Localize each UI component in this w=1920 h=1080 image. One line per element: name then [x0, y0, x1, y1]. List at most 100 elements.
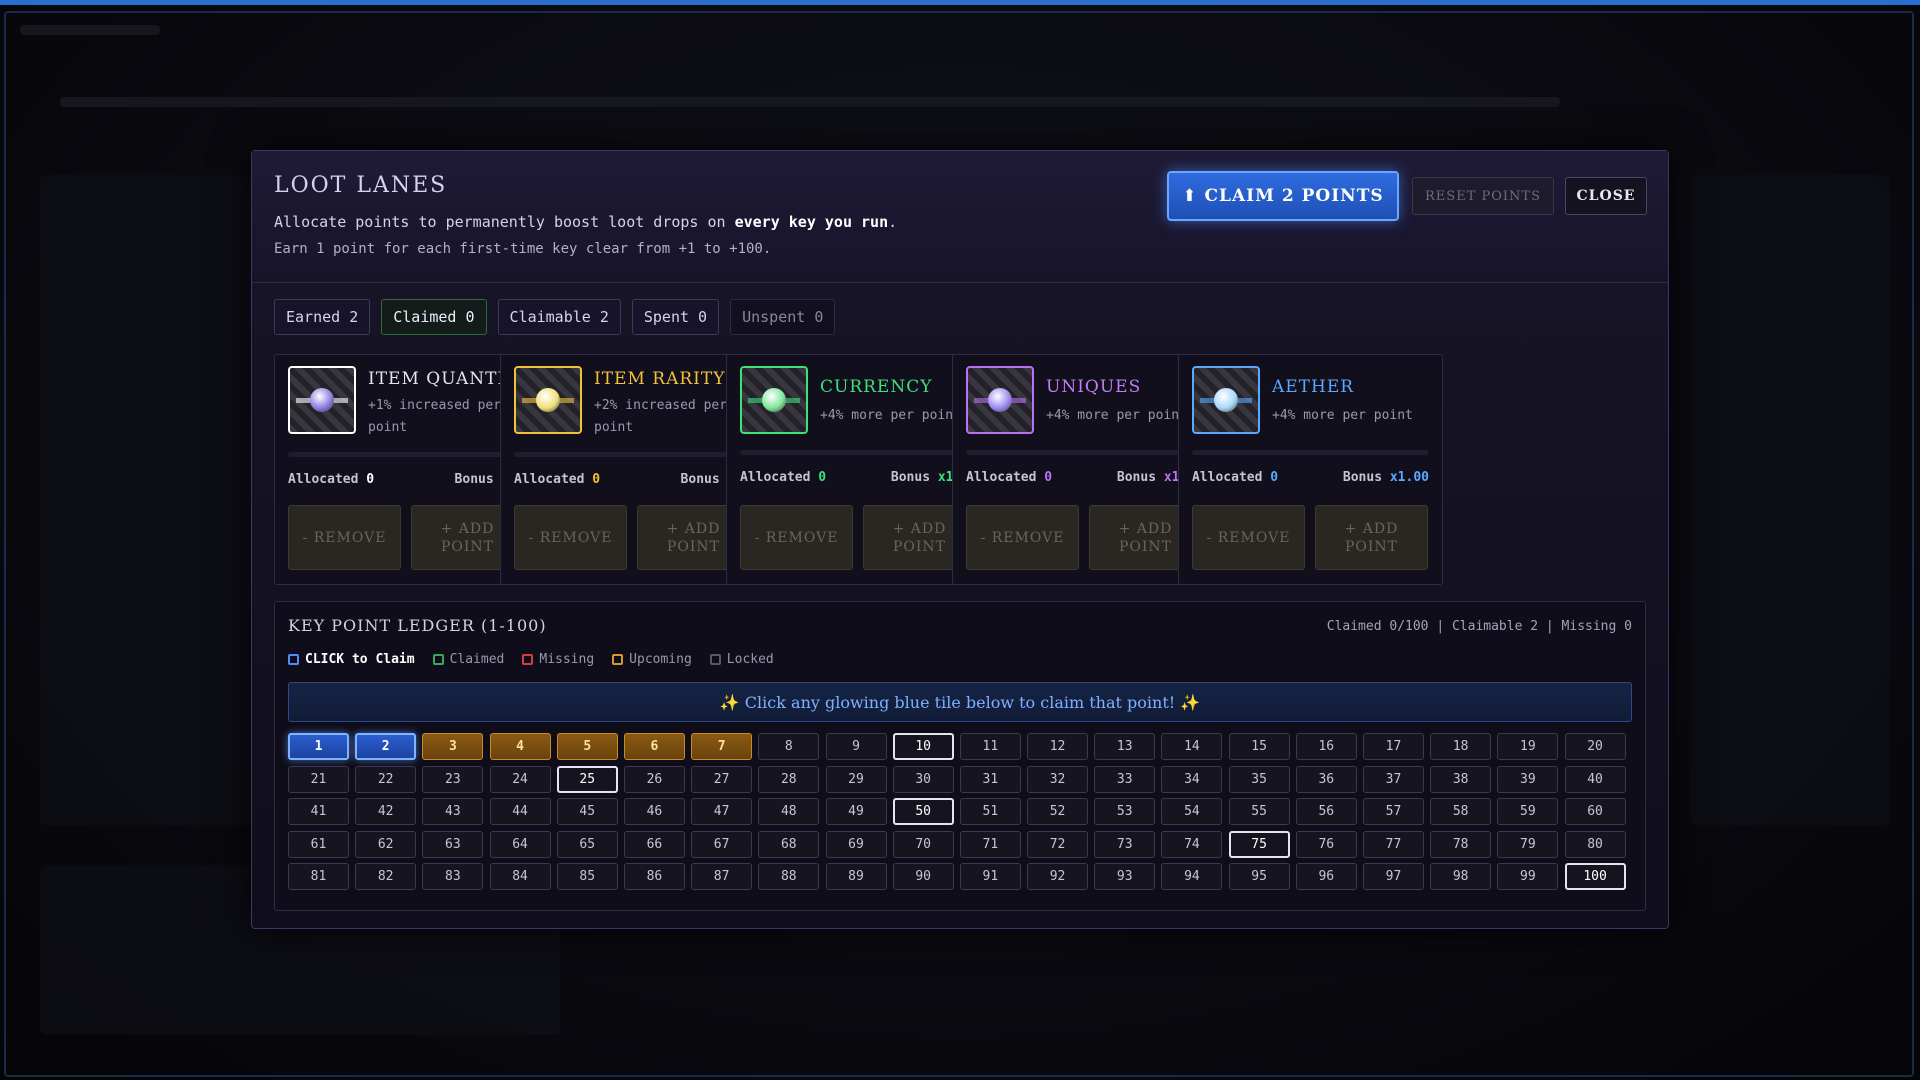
stat-spent: Spent 0 [631, 299, 720, 335]
allocated-readout: Allocated 0 [966, 470, 1052, 485]
key-tile-67: 67 [691, 830, 753, 858]
key-tile-71: 71 [959, 830, 1021, 858]
key-tile-46: 46 [623, 798, 685, 825]
key-tile-52: 52 [1027, 798, 1089, 825]
key-tile-13: 13 [1094, 733, 1156, 760]
key-tile-1[interactable]: 1 [288, 733, 349, 760]
lane-name: ITEM RARITY [594, 369, 726, 389]
allocation-progress-bar [740, 450, 977, 455]
key-tile-77: 77 [1363, 830, 1424, 858]
key-tile-56: 56 [1295, 798, 1357, 825]
key-tile-4: 4 [489, 733, 551, 760]
key-tile-68: 68 [758, 830, 820, 858]
bonus-label: Bonus [454, 472, 494, 487]
key-tile-64: 64 [489, 830, 551, 858]
background-panel [40, 175, 260, 825]
key-tile-28: 28 [758, 765, 820, 793]
key-tile-50: 50 [892, 798, 954, 825]
key-tile-80: 80 [1564, 830, 1626, 858]
remove-point-button[interactable]: - REMOVE [740, 505, 853, 570]
remove-point-button[interactable]: - REMOVE [966, 505, 1079, 570]
lane-name: AETHER [1272, 377, 1355, 397]
allocation-progress-bar [1192, 450, 1429, 455]
key-tile-2[interactable]: 2 [355, 733, 417, 760]
key-tile-95: 95 [1228, 863, 1290, 890]
key-tile-92: 92 [1027, 863, 1089, 890]
remove-point-button[interactable]: - REMOVE [514, 505, 627, 570]
remove-point-button[interactable]: - REMOVE [1192, 505, 1305, 570]
key-tile-83: 83 [422, 863, 484, 890]
key-tile-97: 97 [1363, 863, 1424, 890]
legend-label: CLICK to Claim [305, 652, 415, 667]
allocation-progress-bar [966, 450, 1203, 455]
key-tile-42: 42 [355, 798, 417, 825]
key-tile-10: 10 [892, 733, 954, 760]
close-button[interactable]: CLOSE [1565, 177, 1647, 215]
key-tile-19: 19 [1497, 733, 1559, 760]
key-tile-7: 7 [691, 733, 753, 760]
ledger-title: KEY POINT LEDGER (1-100) [288, 616, 547, 635]
allocation-progress-bar [288, 452, 525, 457]
key-tile-79: 79 [1497, 830, 1559, 858]
background-panel [1690, 175, 1890, 825]
key-point-ledger: KEY POINT LEDGER (1-100) Claimed 0/100 |… [274, 601, 1646, 911]
key-tile-69: 69 [825, 830, 887, 858]
ledger-legend: CLICK to Claim Claimed Missing Upcoming Lock… [288, 652, 774, 667]
key-tile-73: 73 [1094, 830, 1156, 858]
allocated-label: Allocated [1192, 470, 1263, 485]
key-tile-39: 39 [1497, 765, 1559, 793]
legend-swatch [612, 654, 624, 665]
key-tile-24: 24 [489, 765, 551, 793]
allocated-value: 0 [1044, 470, 1053, 485]
legend-label: Claimed [449, 652, 505, 667]
key-tile-35: 35 [1228, 765, 1290, 793]
lane-name: CURRENCY [820, 377, 933, 397]
key-tile-75: 75 [1228, 830, 1290, 858]
key-tile-34: 34 [1161, 765, 1223, 793]
key-tile-22: 22 [355, 765, 417, 793]
allocated-value: 0 [1270, 470, 1279, 485]
allocated-label: Allocated [288, 472, 359, 487]
key-tile-15: 15 [1228, 733, 1290, 760]
allocated-value: 0 [818, 470, 827, 485]
modal-description: Allocate points to permanently boost loo… [274, 213, 897, 231]
legend-swatch [522, 654, 534, 665]
key-tile-30: 30 [892, 765, 954, 793]
key-tile-20: 20 [1564, 733, 1626, 760]
points-stats: Earned 2 Claimed 0 Claimable 2 Spent 0 U… [274, 299, 836, 335]
key-tile-18: 18 [1430, 733, 1492, 760]
allocated-readout: Allocated 0 [1192, 470, 1278, 485]
key-tile-grid: 1 2 3 4 5 6 7 8 9 10 11 12 13 14 15 16 17 18 19 20 21 22 23 24 2… [288, 733, 1632, 890]
legend-swatch [432, 654, 444, 665]
key-tile-60: 60 [1564, 798, 1626, 825]
reset-points-button[interactable]: RESET POINTS [1412, 177, 1554, 215]
key-tile-59: 59 [1497, 798, 1559, 825]
key-tile-66: 66 [623, 830, 685, 858]
remove-point-button[interactable]: - REMOVE [288, 505, 401, 570]
key-tile-11: 11 [959, 733, 1021, 760]
key-tile-14: 14 [1161, 733, 1223, 760]
key-tile-43: 43 [422, 798, 484, 825]
key-tile-81: 81 [288, 863, 349, 890]
key-tile-85: 85 [556, 863, 618, 890]
key-tile-82: 82 [355, 863, 417, 890]
key-tile-51: 51 [959, 798, 1021, 825]
key-tile-90: 90 [892, 863, 954, 890]
key-tile-96: 96 [1295, 863, 1357, 890]
lane-name: UNIQUES [1046, 377, 1142, 397]
key-tile-93: 93 [1094, 863, 1156, 890]
legend-label: Locked [726, 652, 774, 667]
key-tile-57: 57 [1363, 798, 1424, 825]
allocated-label: Allocated [966, 470, 1037, 485]
claim-points-button[interactable]: ⬆ CLAIM 2 POINTS [1167, 171, 1399, 221]
add-point-button[interactable]: + ADD POINT [1315, 505, 1428, 570]
bonus-readout: Bonus x1.00 [1343, 470, 1429, 485]
bonus-label: Bonus [1342, 470, 1383, 485]
stat-unspent: Unspent 0 [730, 299, 836, 335]
modal-header: LOOT LANES Allocate points to permanentl… [252, 151, 1668, 283]
key-tile-99: 99 [1497, 863, 1559, 890]
key-tile-87: 87 [691, 863, 753, 890]
key-tile-86: 86 [623, 863, 685, 890]
allocated-value: 0 [366, 472, 375, 487]
key-tile-23: 23 [422, 765, 484, 793]
